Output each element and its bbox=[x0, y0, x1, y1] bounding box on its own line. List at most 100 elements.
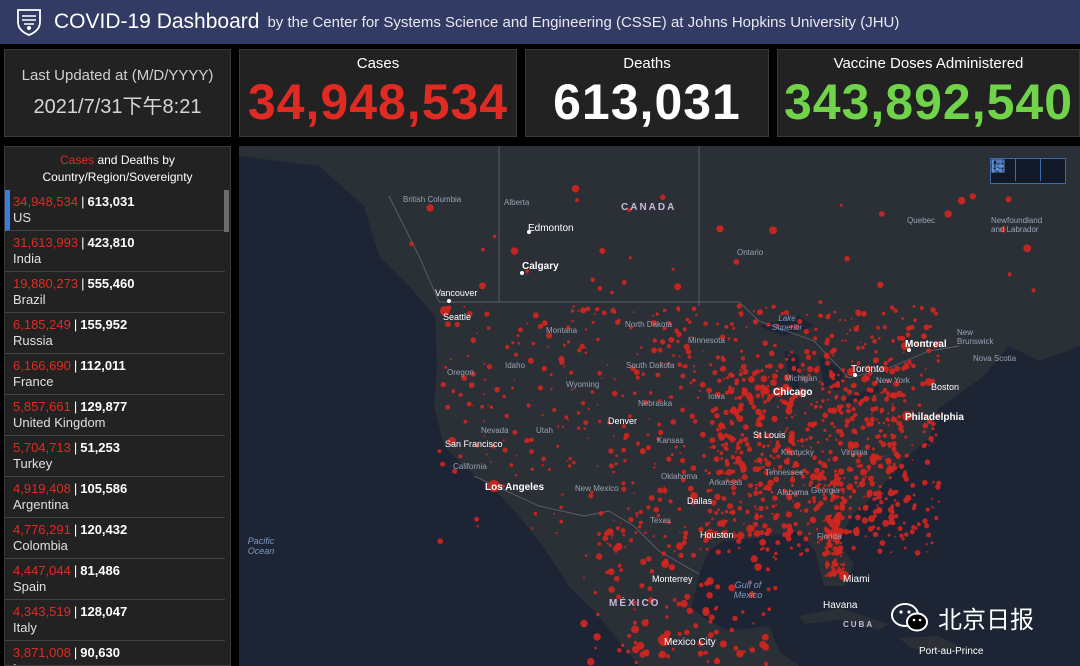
case-bubble bbox=[466, 355, 469, 358]
case-bubble bbox=[657, 422, 662, 427]
country-row[interactable]: 5,857,661 | 129,877 United Kingdom bbox=[5, 395, 225, 436]
grid-icon bbox=[991, 159, 1005, 173]
case-bubble bbox=[720, 511, 724, 515]
case-bubble bbox=[707, 471, 711, 475]
case-bubble bbox=[824, 360, 831, 366]
case-bubble bbox=[641, 372, 645, 376]
country-row[interactable]: 31,613,993 | 423,810 India bbox=[5, 231, 225, 272]
case-bubble bbox=[736, 649, 744, 658]
case-bubble bbox=[751, 370, 757, 377]
case-bubble bbox=[815, 401, 819, 404]
case-bubble bbox=[583, 427, 586, 431]
case-bubble bbox=[594, 313, 596, 315]
case-bubble bbox=[905, 332, 911, 338]
watermark-text: 北京日报 bbox=[938, 606, 1034, 634]
case-bubble bbox=[899, 533, 904, 538]
country-row[interactable]: 4,776,291 | 120,432 Colombia bbox=[5, 518, 225, 559]
case-bubble bbox=[786, 527, 794, 535]
case-bubble bbox=[805, 470, 810, 475]
country-row[interactable]: 4,447,044 | 81,486 Spain bbox=[5, 559, 225, 600]
case-bubble bbox=[514, 474, 518, 477]
case-bubble bbox=[680, 457, 686, 464]
country-name: Turkey bbox=[13, 456, 53, 471]
case-bubble bbox=[924, 368, 927, 371]
case-bubble bbox=[832, 354, 835, 357]
basemap-button[interactable] bbox=[991, 159, 1065, 181]
case-bubble bbox=[887, 412, 890, 415]
case-bubble bbox=[655, 312, 659, 316]
case-bubble bbox=[769, 454, 773, 458]
case-bubble bbox=[753, 310, 756, 313]
case-bubble bbox=[471, 404, 474, 407]
case-bubble bbox=[709, 420, 715, 425]
case-bubble bbox=[860, 425, 866, 430]
case-bubble bbox=[607, 568, 615, 576]
case-bubble bbox=[806, 429, 809, 432]
case-bubble bbox=[739, 369, 742, 372]
country-deaths: 613,031 bbox=[87, 194, 135, 209]
case-bubble bbox=[837, 566, 840, 569]
case-bubble bbox=[854, 391, 858, 396]
country-counts: 5,704,713 | 51,253 bbox=[13, 440, 225, 455]
case-bubble bbox=[772, 456, 776, 460]
case-bubble bbox=[776, 405, 780, 409]
country-row[interactable]: 3,871,008|90,630Iran bbox=[5, 641, 225, 665]
case-bubble bbox=[735, 460, 740, 465]
country-row[interactable]: 6,166,690 | 112,011 France bbox=[5, 354, 225, 395]
case-bubble bbox=[440, 461, 446, 467]
case-bubble bbox=[873, 359, 876, 363]
count-separator: | bbox=[81, 194, 85, 209]
country-row[interactable]: 34,948,534 | 613,031 US bbox=[5, 190, 225, 231]
case-bubble bbox=[890, 551, 893, 554]
case-bubble bbox=[577, 309, 580, 312]
case-bubble bbox=[761, 633, 769, 641]
case-bubble bbox=[683, 328, 685, 330]
country-row[interactable]: 4,343,519 | 128,047 Italy bbox=[5, 600, 225, 641]
case-bubble bbox=[741, 469, 745, 473]
case-bubble bbox=[848, 328, 852, 332]
case-bubble bbox=[736, 303, 742, 309]
case-bubble bbox=[748, 483, 753, 488]
label-oregon: Oregon bbox=[447, 368, 474, 377]
cases-map[interactable]: CANADA MÉXICO CUBA Pacific Ocean Gulf of… bbox=[239, 146, 1080, 666]
case-bubble bbox=[860, 310, 867, 317]
case-bubble bbox=[829, 372, 835, 378]
case-bubble bbox=[769, 440, 772, 443]
case-bubble bbox=[684, 629, 690, 636]
case-bubble bbox=[775, 503, 778, 506]
case-bubble bbox=[928, 435, 934, 442]
cases-label: Cases bbox=[356, 55, 400, 72]
case-bubble bbox=[713, 607, 718, 611]
country-row[interactable]: 19,880,273 | 555,460 Brazil bbox=[5, 272, 225, 313]
case-bubble bbox=[833, 562, 839, 567]
case-bubble bbox=[828, 434, 832, 438]
case-bubble bbox=[541, 464, 544, 467]
country-name: Russia bbox=[13, 333, 53, 348]
case-bubble bbox=[821, 450, 824, 453]
country-list[interactable]: 34,948,534 | 613,031 US 31,613,993 | 423,810 In… bbox=[5, 190, 225, 665]
case-bubble bbox=[885, 417, 890, 422]
country-row[interactable]: 4,919,408 | 105,586 Argentina bbox=[5, 477, 225, 518]
case-bubble bbox=[829, 480, 835, 486]
case-bubble bbox=[741, 474, 748, 481]
case-bubble bbox=[437, 449, 442, 454]
case-bubble bbox=[851, 407, 856, 412]
case-bubble bbox=[723, 409, 729, 416]
case-bubble bbox=[837, 468, 845, 475]
country-counts: 4,447,044 | 81,486 bbox=[13, 563, 225, 578]
case-bubble bbox=[911, 444, 914, 447]
case-bubble bbox=[749, 647, 756, 653]
case-bubble bbox=[893, 489, 898, 495]
list-scrollbar[interactable] bbox=[224, 190, 229, 232]
country-row[interactable]: 5,704,713 | 51,253 Turkey bbox=[5, 436, 225, 477]
country-deaths: 105,586 bbox=[80, 481, 128, 496]
case-bubble bbox=[871, 447, 875, 451]
case-bubble bbox=[570, 309, 575, 313]
case-bubble bbox=[613, 310, 617, 314]
case-bubble bbox=[652, 314, 655, 317]
case-bubble bbox=[846, 483, 854, 491]
case-bubble bbox=[691, 306, 697, 312]
legend-button[interactable] bbox=[992, 159, 1041, 181]
country-row[interactable]: 6,185,249 | 155,952 Russia bbox=[5, 313, 225, 354]
case-bubble bbox=[885, 459, 892, 465]
